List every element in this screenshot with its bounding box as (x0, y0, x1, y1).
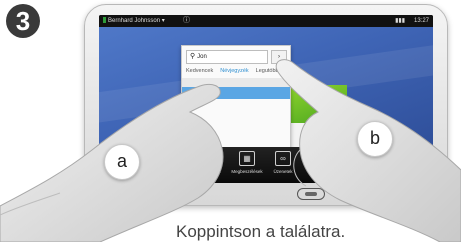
instruction-caption: Koppintson a találatra. (176, 222, 346, 241)
hand-label-a: a (104, 144, 140, 180)
left-hand-illustration (0, 59, 461, 242)
hand-label-b: b (357, 121, 393, 157)
